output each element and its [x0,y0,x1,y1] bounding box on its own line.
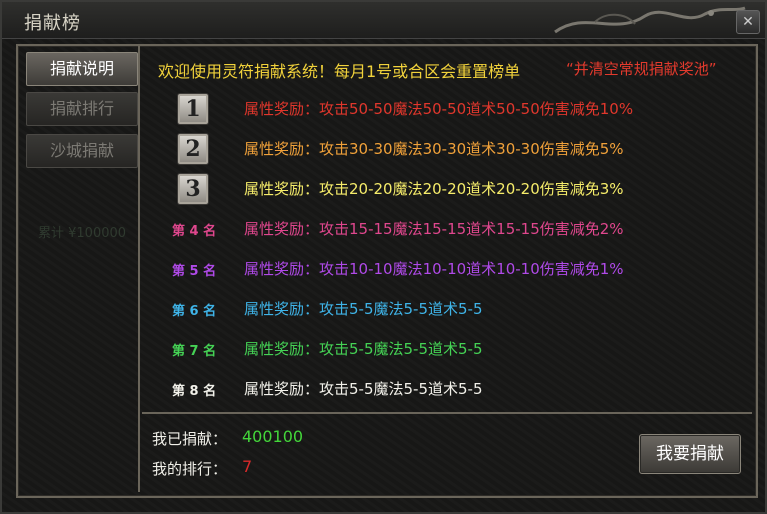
rank-row: 3 属性奖励：攻击20-20魔法20-20道术20-20伤害减免3% [142,172,742,208]
pool-notice: “并清空常规捐献奖池” [566,60,717,78]
faint-total-text: 累计 ¥100000 [38,226,127,241]
rank-reward-text: 属性奖励：攻击5-5魔法5-5道术5-5 [244,300,483,318]
divider [142,412,752,414]
rank-row: 第 4 名 属性奖励：攻击15-15魔法15-15道术15-15伤害减免2% [142,212,742,248]
sidebar-item-castle-donation[interactable]: 沙城捐献 [26,134,138,168]
rank-3-badge: 3 [178,174,208,204]
rank-1-badge: 1 [178,94,208,124]
sidebar: 捐献说明 捐献排行 沙城捐献 累计 ¥100000 [18,46,140,492]
rank-reward-text: 属性奖励：攻击5-5魔法5-5道术5-5 [244,340,483,358]
rank-row: 第 7 名 属性奖励：攻击5-5魔法5-5道术5-5 [142,332,742,368]
my-rank-label: 我的排行： [152,460,228,478]
window-title: 捐献榜 [24,13,81,34]
donated-value: 400100 [242,427,304,446]
donate-button[interactable]: 我要捐献 [639,434,741,474]
rank-4-label: 第 4 名 [172,224,217,239]
rank-reward-text: 属性奖励：攻击20-20魔法20-20道术20-20伤害减免3% [244,180,624,198]
my-rank-value: 7 [242,457,253,476]
rank-row: 第 5 名 属性奖励：攻击10-10魔法10-10道术10-10伤害减免1% [142,252,742,288]
title-bar[interactable]: 捐献榜 ✕ [2,2,765,39]
sidebar-item-donation-info[interactable]: 捐献说明 [26,52,138,86]
sidebar-item-donation-ranking[interactable]: 捐献排行 [26,92,138,126]
donation-window: 捐献榜 ✕ 捐献说明 捐献排行 沙城捐献 累计 ¥100000 欢迎使用灵符捐献… [0,0,767,514]
rank-row: 第 6 名 属性奖励：攻击5-5魔法5-5道术5-5 [142,292,742,328]
rank-reward-text: 属性奖励：攻击50-50魔法50-50道术50-50伤害减免10% [244,100,634,118]
rank-5-label: 第 5 名 [172,264,217,279]
close-button[interactable]: ✕ [736,10,760,34]
rank-row: 1 属性奖励：攻击50-50魔法50-50道术50-50伤害减免10% [142,92,742,128]
rank-row: 第 8 名 属性奖励：攻击5-5魔法5-5道术5-5 [142,372,742,408]
rank-reward-text: 属性奖励：攻击15-15魔法15-15道术15-15伤害减免2% [244,220,624,238]
rank-2-badge: 2 [178,134,208,164]
rank-7-label: 第 7 名 [172,344,217,359]
donated-label: 我已捐献： [152,430,228,448]
rank-reward-text: 属性奖励：攻击30-30魔法30-30道术30-30伤害减免5% [244,140,624,158]
rank-8-label: 第 8 名 [172,384,217,399]
main-panel: 欢迎使用灵符捐献系统！每月1号或合区会重置榜单 “并清空常规捐献奖池” 1 属性… [142,46,752,492]
rank-6-label: 第 6 名 [172,304,217,319]
welcome-header: 欢迎使用灵符捐献系统！每月1号或合区会重置榜单 [158,62,521,81]
dragon-ornament-icon [554,6,746,34]
rank-reward-text: 属性奖励：攻击10-10魔法10-10道术10-10伤害减免1% [244,260,624,278]
rank-row: 2 属性奖励：攻击30-30魔法30-30道术30-30伤害减免5% [142,132,742,168]
rank-reward-text: 属性奖励：攻击5-5魔法5-5道术5-5 [244,380,483,398]
